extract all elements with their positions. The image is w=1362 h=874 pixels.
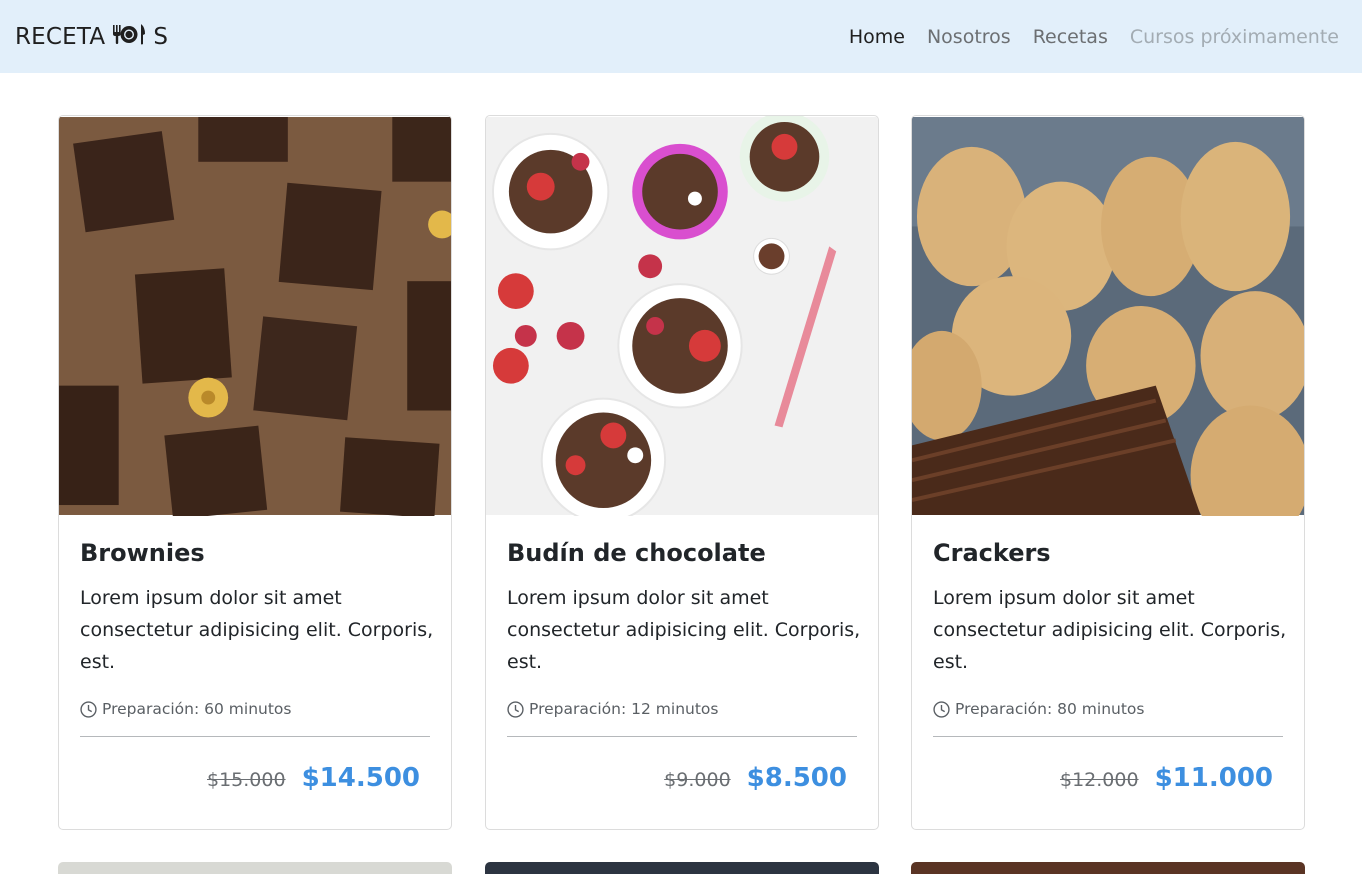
old-price: $9.000 [664, 769, 731, 791]
old-price: $15.000 [207, 769, 286, 791]
recipe-card-partial [911, 862, 1305, 874]
recipe-card-crackers: Crackers Lorem ipsum dolor sit amet cons… [911, 115, 1305, 830]
divider [507, 736, 857, 737]
divider [933, 736, 1283, 737]
nav-link-cursos: Cursos próximamente [1129, 25, 1339, 48]
new-price: $14.500 [301, 763, 420, 793]
brand-text-right: S [153, 23, 169, 50]
new-price: $8.500 [746, 763, 847, 793]
clock-icon [933, 700, 950, 718]
prep-time: Preparación: 80 minutos [933, 696, 1283, 722]
card-description: Lorem ipsum dolor sit amet consectetur a… [80, 587, 434, 673]
card-title: Crackers [933, 539, 1051, 567]
recipe-card-budin-de-chocolate: Budín de chocolate Lorem ipsum dolor sit… [485, 115, 879, 830]
plate-fork-knife-icon [110, 22, 148, 52]
clock-icon [80, 700, 97, 718]
brownies-photo [59, 117, 451, 516]
price-row: $12.000 $11.000 [933, 763, 1283, 793]
card-description: Lorem ipsum dolor sit amet consectetur a… [933, 587, 1287, 673]
prep-time: Preparación: 60 minutos [80, 696, 430, 722]
clock-icon [507, 700, 524, 718]
brand-logo-link[interactable]: RECETA S [15, 22, 168, 52]
navbar: RECETA S Home Nosotros Recetas Cursos pr… [0, 0, 1362, 73]
old-price: $12.000 [1060, 769, 1139, 791]
recipe-card-partial [58, 862, 452, 874]
prep-time-text: Preparación: 12 minutos [529, 700, 719, 718]
prep-time-text: Preparación: 80 minutos [955, 700, 1145, 718]
nav-link-nosotros[interactable]: Nosotros [927, 26, 1011, 48]
card-title: Budín de chocolate [507, 539, 766, 567]
card-body: Brownies Lorem ipsum dolor sit amet cons… [59, 516, 451, 793]
crackers-photo [912, 117, 1304, 516]
prep-time: Preparación: 12 minutos [507, 696, 857, 722]
price-row: $9.000 $8.500 [507, 763, 857, 793]
nav-link-recetas[interactable]: Recetas [1033, 26, 1108, 48]
brand-text-left: RECETA [15, 23, 106, 50]
divider [80, 736, 430, 737]
card-body: Crackers Lorem ipsum dolor sit amet cons… [912, 516, 1304, 793]
prep-time-text: Preparación: 60 minutos [102, 700, 292, 718]
card-title: Brownies [80, 539, 205, 567]
nav-link-home[interactable]: Home [849, 26, 905, 48]
recipe-card-partial [485, 862, 879, 874]
card-description: Lorem ipsum dolor sit amet consectetur a… [507, 587, 861, 673]
price-row: $15.000 $14.500 [80, 763, 430, 793]
card-body: Budín de chocolate Lorem ipsum dolor sit… [486, 516, 878, 793]
recipe-card-brownies: Brownies Lorem ipsum dolor sit amet cons… [58, 115, 452, 830]
nav-links: Home Nosotros Recetas Cursos próximament… [849, 26, 1339, 48]
chocolate-pudding-photo [486, 116, 878, 516]
new-price: $11.000 [1154, 763, 1273, 793]
